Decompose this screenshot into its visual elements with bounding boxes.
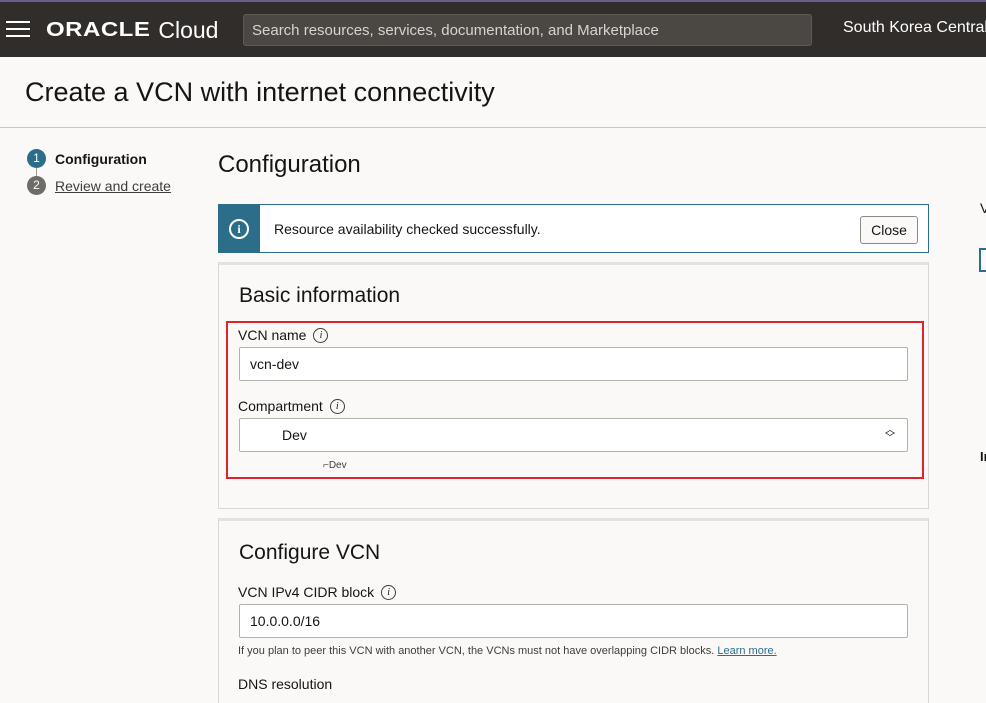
cidr-block-input[interactable]: 10.0.0.0/16 — [239, 604, 908, 638]
oracle-cloud-logo[interactable]: ORACLE Cloud — [46, 16, 218, 44]
step-review-and-create[interactable]: 2 Review and create — [27, 176, 171, 195]
page-header: Create a VCN with internet connectivity — [0, 57, 986, 128]
learn-more-link[interactable]: Learn more. — [717, 645, 776, 657]
cidr-help-text: If you plan to peer this VCN with anothe… — [238, 645, 777, 657]
right-panel-text: V — [980, 200, 986, 216]
close-button[interactable]: Close — [860, 216, 918, 244]
cidr-block-label-text: VCN IPv4 CIDR block — [238, 584, 375, 600]
info-icon: i — [229, 219, 249, 239]
card-title: Basic information — [239, 284, 401, 307]
cidr-help-message: If you plan to peer this VCN with anothe… — [238, 645, 715, 657]
global-search-input[interactable]: Search resources, services, documentatio… — [243, 14, 812, 46]
step-number: 1 — [27, 149, 46, 168]
top-navigation-bar: ORACLE Cloud Search resources, services,… — [0, 0, 986, 57]
page-title: Create a VCN with internet connectivity — [25, 77, 495, 107]
info-icon[interactable]: i — [381, 584, 397, 600]
right-panel-icon — [979, 248, 986, 272]
region-selector[interactable]: South Korea Central ( — [843, 19, 986, 37]
dns-resolution-label: DNS resolution — [238, 676, 332, 692]
step-configuration[interactable]: 1 Configuration — [27, 149, 147, 168]
step-connector — [36, 168, 37, 176]
step-label[interactable]: Review and create — [55, 178, 171, 194]
cidr-block-label: VCN IPv4 CIDR block i — [238, 584, 397, 600]
logo-product: Cloud — [158, 16, 219, 43]
availability-notice: i Resource availability checked successf… — [218, 204, 929, 253]
dns-resolution-label-text: DNS resolution — [238, 676, 333, 692]
menu-icon[interactable] — [6, 21, 30, 39]
notice-bar: i — [219, 205, 260, 252]
card-title: Configure VCN — [239, 541, 381, 564]
section-heading: Configuration — [218, 151, 361, 178]
right-panel-text: Ir — [980, 449, 986, 464]
step-label: Configuration — [55, 150, 147, 167]
highlight-box — [226, 321, 924, 479]
logo-brand: ORACLE — [46, 18, 151, 42]
step-number: 2 — [27, 176, 46, 195]
notice-message: Resource availability checked successful… — [274, 221, 541, 237]
